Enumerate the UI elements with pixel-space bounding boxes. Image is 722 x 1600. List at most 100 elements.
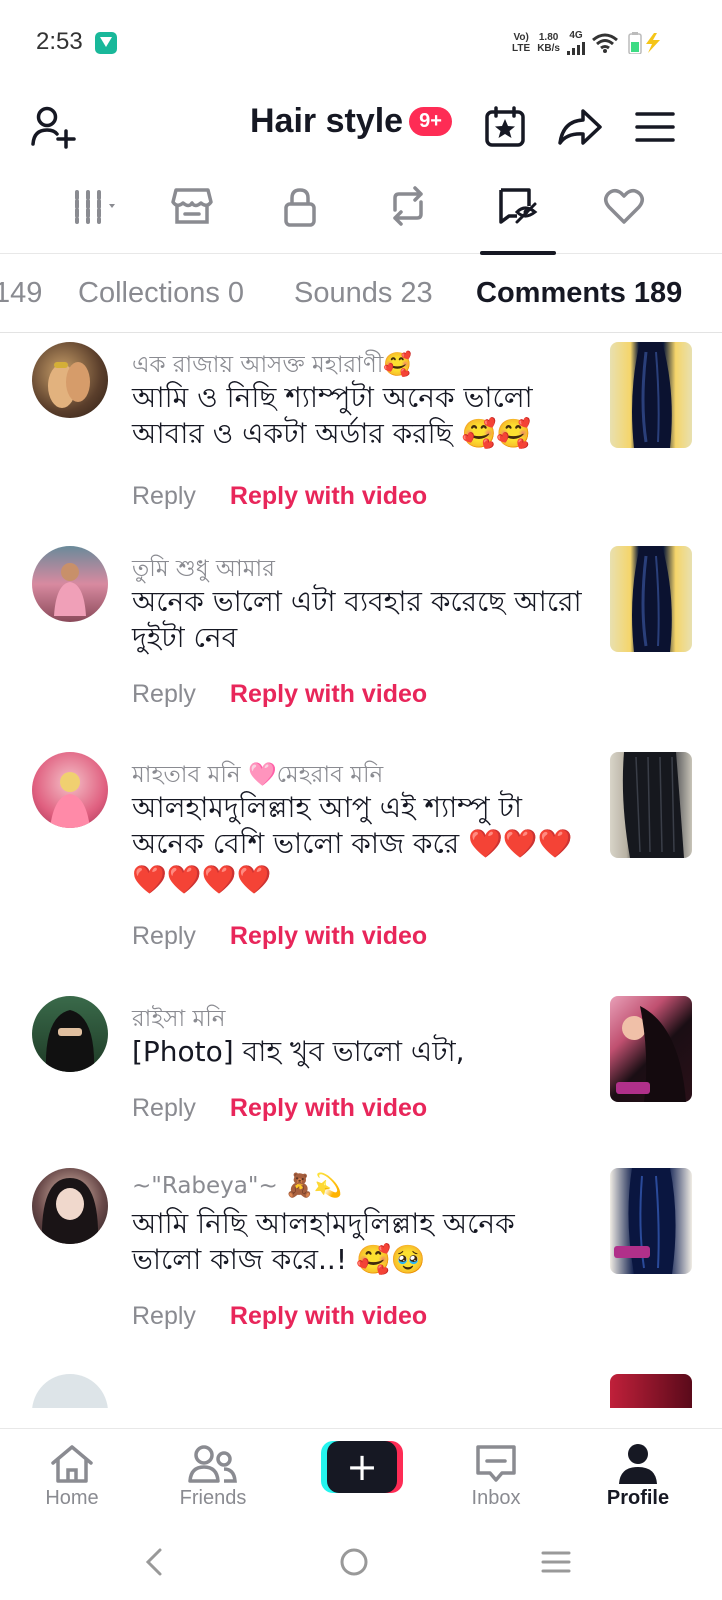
reply-button[interactable]: Reply	[132, 680, 196, 709]
friends-icon	[188, 1445, 237, 1483]
plus-icon: +	[327, 1441, 397, 1493]
comment-text: [Photo] বাহ খুব ভালো এটা,	[132, 1035, 465, 1068]
comment-actions: Reply Reply with video	[132, 482, 427, 511]
heart-icon	[604, 189, 644, 224]
notification-app-icon	[95, 32, 117, 54]
reply-with-video-button[interactable]: Reply with video	[230, 1094, 427, 1123]
comment-text: আলহামদুলিল্লাহ আপু এই শ্যাম্পু টা অনেক ব…	[132, 791, 573, 896]
tab-sounds[interactable]: Sounds 23	[294, 277, 433, 310]
nav-home[interactable]: Home	[12, 1443, 132, 1510]
content-icon-tabs	[0, 186, 722, 255]
nav-inbox-label: Inbox	[471, 1487, 521, 1509]
avatar[interactable]	[32, 1374, 108, 1408]
comments-list[interactable]: এক রাজায় আসক্ত মহারাণী🥰 আমি ও নিছি শ্যা…	[0, 334, 722, 1408]
inbox-icon	[476, 1445, 516, 1482]
share-icon	[558, 109, 602, 145]
hair-image	[614, 1168, 676, 1274]
home-circle-icon	[340, 1548, 368, 1576]
video-thumbnail[interactable]	[610, 1374, 692, 1408]
reply-with-video-button[interactable]: Reply with video	[230, 1302, 427, 1331]
profile-icon	[619, 1444, 657, 1484]
system-recents-button[interactable]	[536, 1542, 576, 1582]
reply-button[interactable]: Reply	[132, 1302, 196, 1331]
shop-icon	[171, 188, 213, 224]
calendar-star-button[interactable]	[480, 102, 530, 152]
calendar-star-icon	[485, 106, 525, 147]
avatar-image	[54, 563, 86, 616]
video-thumbnail[interactable]	[610, 546, 692, 652]
tab-liked[interactable]	[584, 186, 664, 254]
system-home-button[interactable]	[334, 1542, 374, 1582]
nav-profile[interactable]: Profile	[578, 1443, 698, 1510]
reply-with-video-button[interactable]: Reply with video	[230, 680, 427, 709]
nav-inbox[interactable]: Inbox	[436, 1443, 556, 1510]
avatar[interactable]	[32, 546, 108, 622]
comment-text: আমি নিছি আলহামদুলিল্লাহ অনেক ভালো কাজ কর…	[132, 1207, 515, 1276]
avatar-image	[45, 1010, 95, 1072]
profile-title: Hair style	[250, 102, 404, 140]
reply-with-video-button[interactable]: Reply with video	[230, 922, 427, 951]
home-icon	[51, 1445, 93, 1483]
hair-image	[632, 342, 672, 448]
comment-username[interactable]: ~"Rabeya"~ 🧸💫	[132, 1172, 342, 1199]
volte-indicator: Vo) LTE	[512, 31, 531, 54]
video-thumbnail[interactable]	[610, 1168, 692, 1274]
hair-image	[616, 1006, 686, 1102]
create-button[interactable]: +	[321, 1441, 403, 1493]
nav-friends[interactable]: Friends	[153, 1443, 273, 1510]
wifi-icon	[592, 33, 618, 53]
reply-button[interactable]: Reply	[132, 1094, 196, 1123]
grid-icon	[75, 190, 115, 224]
reply-button[interactable]: Reply	[132, 482, 196, 511]
avatar[interactable]	[32, 996, 108, 1072]
add-user-icon	[31, 106, 76, 149]
reply-button[interactable]: Reply	[132, 922, 196, 951]
system-back-button[interactable]	[134, 1542, 174, 1582]
tab-comments-count[interactable]: Comments 189	[476, 277, 682, 310]
content-text-tabs: 149 Collections 0 Sounds 23 Comments 189	[0, 255, 722, 333]
notification-badge: 9+	[409, 107, 452, 136]
tab-comments[interactable]	[478, 186, 558, 255]
menu-button[interactable]	[632, 104, 678, 150]
comment-item: এক রাজায় আসক্ত মহারাণী🥰 আমি ও নিছি শ্যা…	[0, 342, 722, 542]
avatar-image	[41, 1178, 99, 1244]
signal-icon: 4G	[567, 30, 585, 55]
profile-title-group[interactable]: Hair style 9+	[250, 102, 452, 141]
tab-reposts[interactable]	[368, 186, 448, 254]
avatar[interactable]	[32, 342, 108, 418]
hair-image	[622, 752, 684, 858]
comment-text: অনেক ভালো এটা ব্যবহার করেছে আরো দুইটা নে…	[132, 585, 582, 654]
video-thumbnail[interactable]	[610, 996, 692, 1102]
video-thumbnail[interactable]	[610, 752, 692, 858]
nav-profile-label: Profile	[606, 1487, 670, 1509]
comment-actions: Reply Reply with video	[132, 922, 427, 951]
status-time: 2:53	[36, 28, 83, 55]
avatar[interactable]	[32, 752, 108, 828]
nav-friends-label: Friends	[179, 1487, 247, 1509]
tab-collections[interactable]: Collections 0	[78, 277, 244, 310]
comment-item: তুমি শুধু আমার অনেক ভালো এটা ব্যবহার করে…	[0, 546, 722, 746]
comment-item: ~"Rabeya"~ 🧸💫 আমি নিছি আলহামদুলিল্লাহ অন…	[0, 1168, 722, 1368]
comment-bubble-icon	[499, 188, 538, 224]
comment-actions: Reply Reply with video	[132, 680, 427, 709]
back-chevron-icon	[145, 1548, 162, 1576]
video-thumbnail[interactable]	[610, 342, 692, 448]
comment-actions: Reply Reply with video	[132, 1094, 427, 1123]
recents-menu-icon	[541, 1551, 571, 1573]
network-speed: 1.80 KB/s	[537, 31, 560, 54]
reply-with-video-button[interactable]: Reply with video	[230, 482, 427, 511]
status-bar: 2:53 Vo) LTE 1.80 KB/s 4G	[0, 0, 722, 86]
tab-videos[interactable]	[52, 186, 132, 254]
share-button[interactable]	[555, 102, 605, 152]
tab-private[interactable]	[260, 186, 340, 254]
tab-shop[interactable]	[152, 186, 232, 254]
avatar[interactable]	[32, 1168, 108, 1244]
avatar-image	[50, 772, 90, 828]
lock-icon	[284, 188, 316, 227]
tab-partial[interactable]: 149	[0, 277, 42, 310]
comment-item: রাইসা মনি [Photo] বাহ খুব ভালো এটা, Repl…	[0, 996, 722, 1164]
add-friend-button[interactable]	[28, 102, 78, 152]
hair-image	[632, 546, 672, 652]
nav-home-label: Home	[45, 1487, 99, 1509]
comment-item-partial	[0, 1374, 722, 1408]
